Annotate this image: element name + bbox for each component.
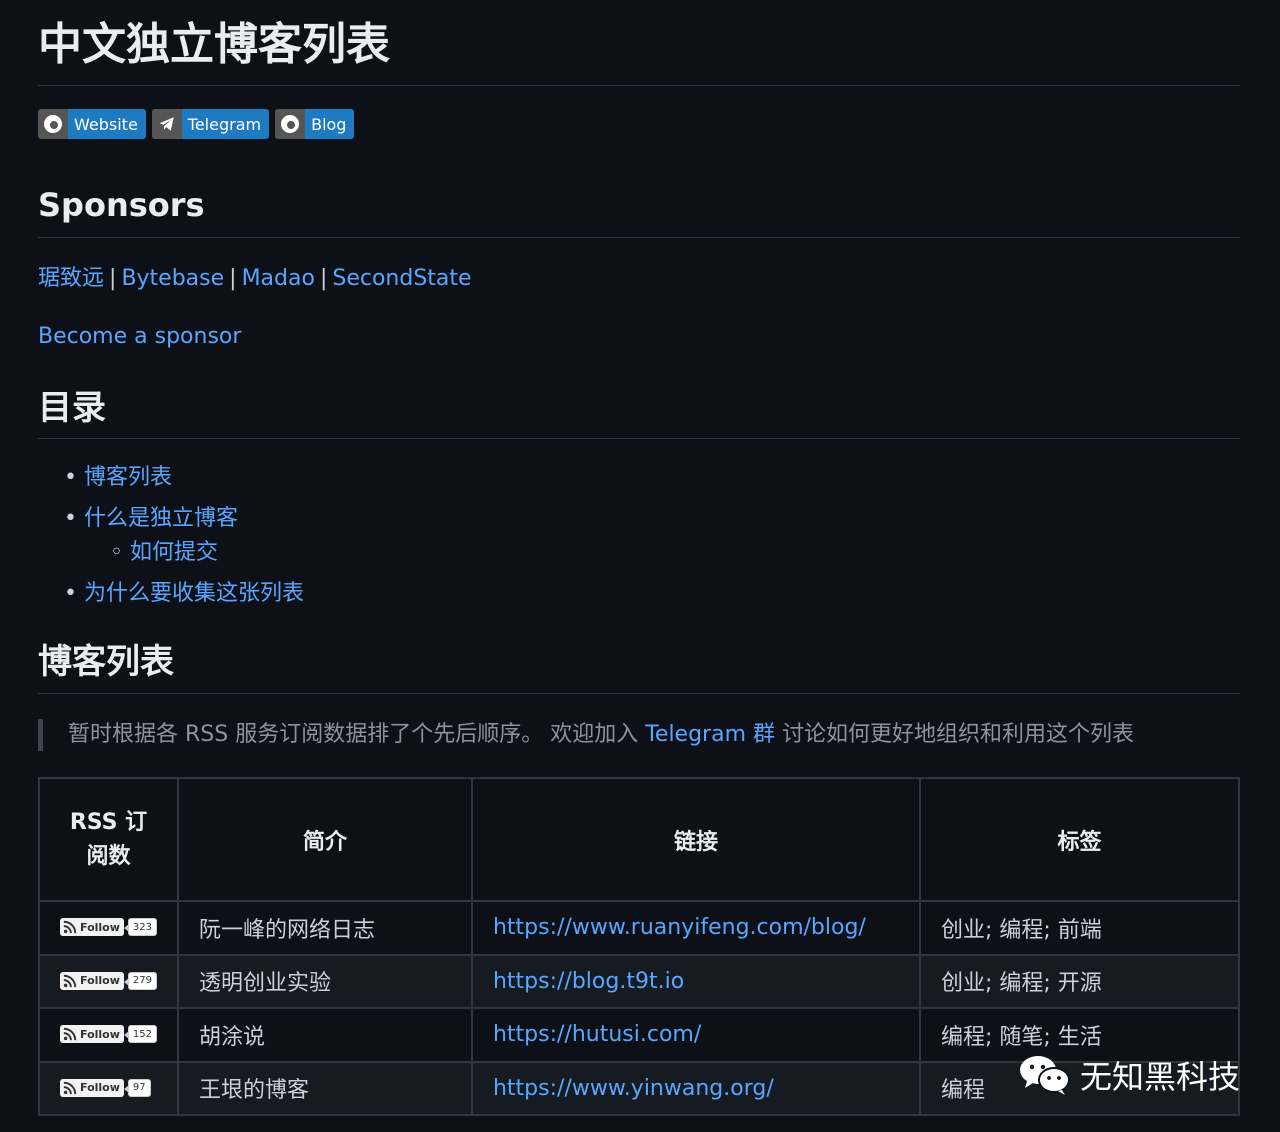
sponsors-list: 琚致远 | Bytebase | Madao | SecondState — [38, 264, 1240, 294]
toc-subitem: 如何提交 — [110, 538, 1240, 568]
chrome-icon — [44, 115, 62, 133]
blog-name: 透明创业实验 — [176, 953, 473, 1009]
sponsor-link-bytebase[interactable]: Bytebase — [121, 266, 224, 291]
rss-icon — [63, 921, 77, 934]
telegram-badge[interactable]: Telegram — [151, 109, 270, 139]
column-header-intro: 简介 — [176, 777, 473, 902]
sponsor-link-juzhiyuan[interactable]: 琚致远 — [38, 266, 104, 291]
watermark: 无知黑科技 — [1018, 1050, 1240, 1100]
follower-count: 323 — [123, 918, 157, 937]
badge-row: Website Telegram Blog — [38, 109, 1240, 139]
blog-tags: 创业; 编程; 开源 — [918, 953, 1241, 1009]
follower-count: 152 — [123, 1025, 157, 1044]
follow-button[interactable]: Follow 279 — [60, 971, 157, 990]
rss-icon — [63, 1081, 77, 1095]
column-header-rss: RSS 订阅数 — [38, 777, 179, 902]
badge-label: Website — [68, 109, 146, 139]
become-sponsor-link[interactable]: Become a sponsor — [38, 322, 1240, 352]
blog-url-link[interactable]: https://blog.t9t.io — [493, 969, 684, 994]
rss-cell: Follow 97 — [38, 1060, 179, 1116]
blockquote: 暂时根据各 RSS 服务订阅数据排了个先后顺序。 欢迎加入 Telegram 群… — [38, 719, 1240, 751]
readme-content: 中文独立博客列表 Website Telegram Blog Sponsors … — [38, 0, 1241, 1116]
sponsor-link-secondstate[interactable]: SecondState — [332, 266, 471, 291]
toc-item: 为什么要收集这张列表 — [64, 579, 1240, 609]
blog-name: 王垠的博客 — [176, 1060, 473, 1116]
rss-cell: Follow 323 — [38, 900, 179, 956]
column-header-link: 链接 — [470, 777, 921, 902]
telegram-icon — [159, 117, 174, 131]
blog-name: 胡涂说 — [176, 1007, 473, 1063]
column-header-tags: 标签 — [918, 777, 1241, 902]
rss-icon — [63, 974, 77, 988]
link-cell: https://www.ruanyifeng.com/blog/ — [470, 900, 921, 956]
blog-url-link[interactable]: https://hutusi.com/ — [493, 1022, 701, 1047]
badge-label: Telegram — [181, 109, 270, 139]
blog-tags: 创业; 编程; 前端 — [918, 900, 1241, 956]
follow-button[interactable]: Follow 152 — [60, 1025, 157, 1044]
follow-button[interactable]: Follow 323 — [60, 918, 157, 937]
follower-count: 279 — [123, 971, 157, 990]
sponsor-link-madao[interactable]: Madao — [242, 266, 315, 291]
link-cell: https://www.yinwang.org/ — [470, 1060, 921, 1116]
follow-label: Follow — [80, 920, 120, 934]
badge-label: Blog — [305, 109, 355, 139]
table-row: Follow 323 阮一峰的网络日志 https://www.ruanyife… — [38, 900, 1241, 956]
separator: | — [109, 266, 117, 291]
website-badge[interactable]: Website — [38, 109, 146, 139]
blog-url-link[interactable]: https://www.ruanyifeng.com/blog/ — [493, 915, 866, 940]
wechat-icon — [1020, 1056, 1070, 1095]
separator: | — [229, 266, 237, 291]
toc-link-what-is[interactable]: 什么是独立博客 — [84, 506, 238, 531]
toc-link-blog-list[interactable]: 博客列表 — [84, 465, 172, 490]
rss-cell: Follow 152 — [38, 1007, 179, 1063]
separator: | — [319, 266, 328, 291]
sponsors-heading: Sponsors — [38, 185, 1240, 238]
link-cell: https://hutusi.com/ — [470, 1007, 921, 1063]
toc-list: 博客列表 什么是独立博客 如何提交 为什么要收集这张列表 — [64, 463, 1240, 609]
blog-list-heading: 博客列表 — [38, 640, 1240, 694]
link-cell: https://blog.t9t.io — [470, 953, 921, 1009]
page-title: 中文独立博客列表 — [38, 0, 1240, 86]
follow-label: Follow — [80, 1081, 120, 1095]
table-header-row: RSS 订阅数 简介 链接 标签 — [38, 777, 1241, 902]
blog-name: 阮一峰的网络日志 — [176, 900, 473, 956]
follower-count: 97 — [123, 1078, 151, 1097]
follow-label: Follow — [80, 974, 120, 988]
table-row: Follow 279 透明创业实验 https://blog.t9t.io 创业… — [38, 953, 1241, 1009]
blog-badge[interactable]: Blog — [275, 109, 355, 139]
quote-text: 讨论如何更好地组织和利用这个列表 — [775, 722, 1135, 747]
rss-cell: Follow 279 — [38, 953, 179, 1009]
telegram-group-link[interactable]: Telegram 群 — [645, 722, 775, 747]
toc-link-why[interactable]: 为什么要收集这张列表 — [84, 581, 304, 606]
toc-item: 什么是独立博客 — [64, 504, 1240, 534]
toc-link-how-to-submit[interactable]: 如何提交 — [130, 540, 218, 565]
chrome-icon — [281, 115, 300, 133]
toc-heading: 目录 — [38, 386, 1240, 439]
follow-button[interactable]: Follow 97 — [60, 1078, 151, 1097]
quote-text: 暂时根据各 RSS 服务订阅数据排了个先后顺序。 欢迎加入 — [68, 722, 646, 747]
blog-url-link[interactable]: https://www.yinwang.org/ — [493, 1076, 774, 1101]
follow-label: Follow — [80, 1027, 120, 1041]
rss-icon — [63, 1028, 77, 1041]
toc-item: 博客列表 — [64, 463, 1240, 493]
watermark-text: 无知黑科技 — [1080, 1058, 1241, 1096]
